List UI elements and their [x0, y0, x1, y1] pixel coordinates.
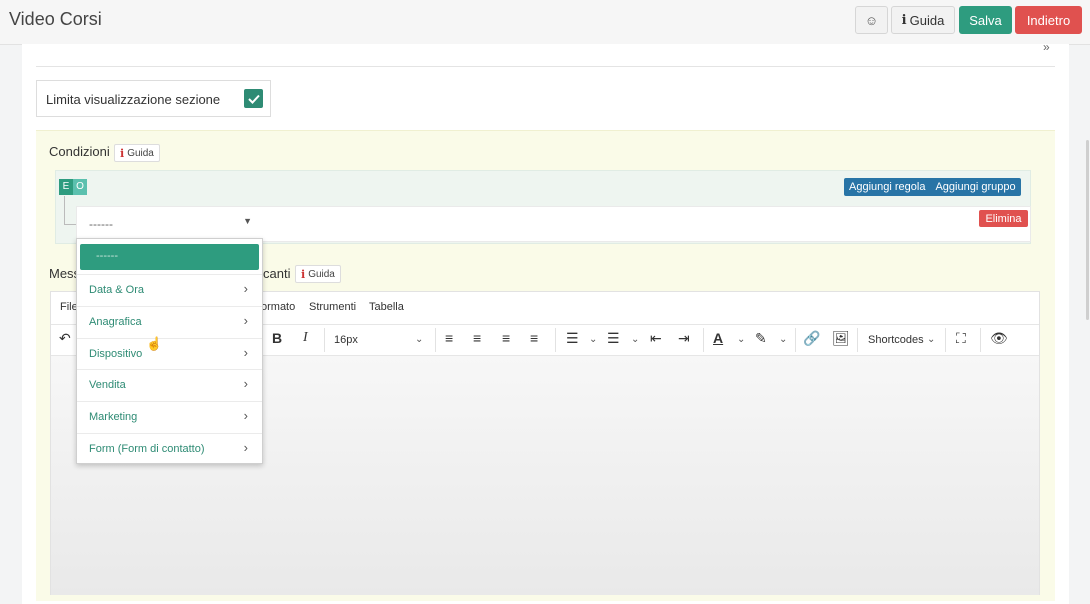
and-button[interactable]: E	[59, 179, 73, 195]
numbered-list-icon[interactable]: ☰	[607, 330, 620, 347]
link-icon[interactable]: 🔗	[803, 330, 820, 347]
chevron-right-icon: ›	[243, 408, 248, 423]
highlight-icon[interactable]: ✎	[755, 330, 767, 347]
align-center-icon[interactable]: ≡	[473, 330, 481, 346]
select-value: ------	[89, 217, 113, 231]
align-right-icon[interactable]: ≡	[502, 330, 510, 346]
check-icon	[247, 94, 260, 104]
toolbar-separator	[980, 328, 981, 352]
chevron-right-icon: ›	[243, 440, 248, 455]
toolbar-separator	[945, 328, 946, 352]
toolbar-separator	[555, 328, 556, 352]
toolbar-separator	[795, 328, 796, 352]
align-justify-icon[interactable]: ≡	[530, 330, 538, 346]
text-color-icon[interactable]: A	[713, 330, 723, 346]
delete-rule-button[interactable]: Elimina	[979, 210, 1028, 227]
double-chevron-icon[interactable]: »	[1043, 40, 1050, 54]
top-strip	[36, 44, 1055, 67]
back-button[interactable]: Indietro	[1015, 6, 1082, 34]
page-title: Video Corsi	[9, 9, 102, 29]
guida-label: Guida	[909, 12, 945, 28]
indent-icon[interactable]: ⇥	[678, 330, 690, 347]
bullet-list-chevron-icon[interactable]: ⌄	[589, 334, 597, 345]
menu-tabella[interactable]: Tabella	[369, 301, 404, 313]
dropdown-item-anagrafica[interactable]: Anagrafica ›	[77, 306, 262, 337]
limit-visibility-checkbox[interactable]	[244, 89, 263, 108]
emoji-button[interactable]: ☺	[855, 6, 888, 34]
field-dropdown-menu: ------ Data & Ora › Anagrafica › Dispositi…	[76, 238, 263, 464]
conditions-title: Condizioni	[49, 144, 110, 159]
caret-down-icon: ▼	[243, 216, 252, 226]
menu-formato[interactable]: ormato	[261, 301, 295, 313]
smiley-icon: ☺	[864, 12, 879, 28]
shortcodes-menu[interactable]: Shortcodes	[868, 334, 924, 346]
chevron-right-icon: ›	[243, 345, 248, 360]
text-color-chevron-icon[interactable]: ⌄	[737, 334, 745, 345]
dropdown-selected-option[interactable]: ------	[80, 244, 259, 270]
fullscreen-icon[interactable]: ⛶	[956, 330, 966, 347]
add-group-button[interactable]: Aggiungi gruppo	[930, 178, 1020, 196]
message-label-end: canti	[263, 266, 291, 281]
font-size-select[interactable]: 16px	[334, 334, 358, 346]
guida-button[interactable]: i Guida	[891, 6, 955, 34]
chevron-right-icon: ›	[243, 313, 248, 328]
guida-label: Guida	[308, 268, 335, 280]
dropdown-item-marketing[interactable]: Marketing ›	[77, 401, 262, 432]
add-rule-button[interactable]: Aggiungi regola	[844, 178, 930, 196]
guida-label: Guida	[127, 147, 154, 159]
top-bar: Video Corsi ☺ i Guida Salva Indietro	[0, 0, 1090, 45]
chevron-right-icon: ›	[243, 281, 248, 296]
numbered-list-chevron-icon[interactable]: ⌄	[631, 334, 639, 345]
toolbar-separator	[703, 328, 704, 352]
bullet-list-icon[interactable]: ☰	[566, 330, 579, 347]
image-icon[interactable]: 🖼	[832, 330, 850, 347]
italic-icon[interactable]: I	[303, 330, 308, 346]
shortcodes-chevron-icon[interactable]: ⌄	[927, 334, 935, 345]
bold-icon[interactable]: B	[272, 330, 282, 346]
outdent-icon[interactable]: ⇤	[650, 330, 662, 347]
limit-visibility-label: Limita visualizzazione sezione	[46, 92, 221, 107]
limit-visibility-box: Limita visualizzazione sezione	[36, 80, 271, 117]
or-button[interactable]: O	[73, 179, 87, 195]
hand-cursor-icon: ☝	[146, 336, 163, 351]
and-or-toggle: E O	[59, 179, 87, 195]
info-icon: i	[120, 146, 125, 160]
chevron-right-icon: ›	[243, 376, 248, 391]
rule-field-select[interactable]: ------ ▼	[78, 210, 262, 237]
conditions-guida-button[interactable]: i Guida	[114, 144, 160, 162]
toolbar-separator	[435, 328, 436, 352]
undo-icon[interactable]: ↶	[59, 330, 71, 347]
toolbar-separator	[857, 328, 858, 352]
highlight-chevron-icon[interactable]: ⌄	[779, 334, 787, 345]
dropdown-item-form[interactable]: Form (Form di contatto) ›	[77, 433, 262, 464]
font-size-chevron-icon[interactable]: ⌄	[415, 334, 423, 345]
toolbar-separator	[324, 328, 325, 352]
dropdown-item-data-ora[interactable]: Data & Ora ›	[77, 274, 262, 305]
page-scrollbar[interactable]	[1086, 140, 1089, 320]
menu-strumenti[interactable]: Strumenti	[309, 301, 356, 313]
info-icon: i	[301, 267, 306, 281]
dropdown-item-dispositivo[interactable]: Dispositivo ›	[77, 338, 262, 369]
add-buttons: Aggiungi regola Aggiungi gruppo	[844, 178, 1021, 196]
align-left-icon[interactable]: ≡	[445, 330, 453, 346]
info-icon: i	[901, 12, 907, 28]
save-button[interactable]: Salva	[959, 6, 1012, 34]
message-guida-button[interactable]: i Guida	[295, 265, 341, 283]
preview-eye-icon[interactable]: 👁	[990, 330, 1008, 347]
dropdown-item-vendita[interactable]: Vendita ›	[77, 369, 262, 400]
